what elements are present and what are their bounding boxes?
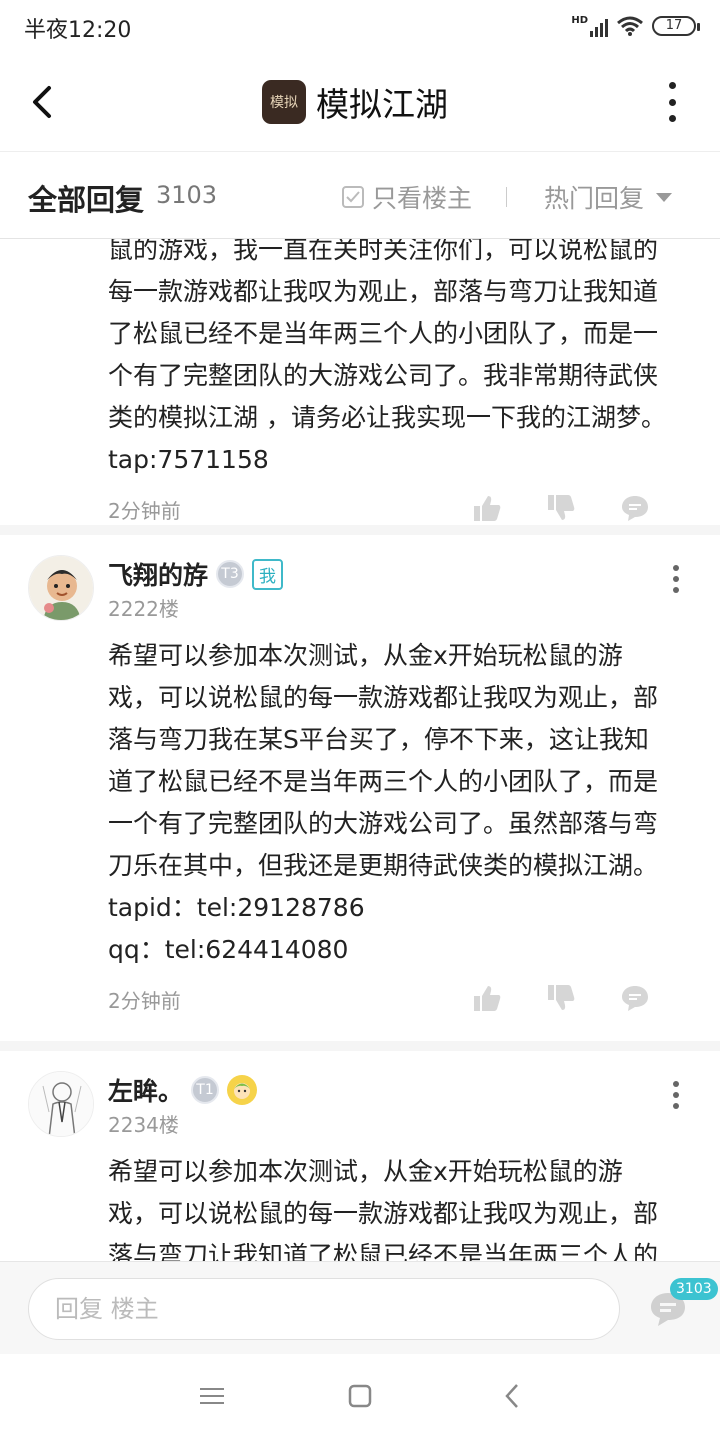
checkbox-icon <box>342 186 364 208</box>
square-icon <box>348 1384 372 1408</box>
reply-line: 了松鼠已经不是当年两三个人的小团队了，而是一 <box>108 319 659 348</box>
reply-item: 飞翔的斿 T3 我 2222楼 希望可以参加本次测试，从金x开始玩松鼠的游 戏，… <box>0 535 720 1051</box>
reply-line: 每一款游戏都让我叹为观止，部落与弯刀让我知道 <box>108 277 659 306</box>
reply-actions <box>472 493 650 523</box>
reply-line: 类的模拟江湖 ，请务必让我实现一下我的江湖梦。 <box>108 403 666 432</box>
reply-line: 刀乐在其中，但我还是更期待武侠类的模拟江湖。 <box>108 851 659 880</box>
system-nav-bar <box>0 1354 720 1440</box>
like-button[interactable] <box>472 493 502 523</box>
reply-content: 希望可以参加本次测试，从金x开始玩松鼠的游 戏，可以说松鼠的每一款游戏都让我叹为… <box>108 1151 680 1261</box>
comment-button[interactable] <box>620 493 650 523</box>
thumbs-down-icon <box>548 495 575 520</box>
user-row: 飞翔的斿 T3 我 <box>108 555 680 593</box>
reply-line: 落与弯刀我在某S平台买了，停不下来，这让我知 <box>108 725 649 754</box>
username[interactable]: 左眸。 <box>108 1072 183 1108</box>
like-button[interactable] <box>472 983 502 1013</box>
reply-more-button[interactable] <box>672 1081 680 1109</box>
reply-line: 一个有了完整团队的大游戏公司了。虽然部落与弯 <box>108 809 659 838</box>
character-badge-icon <box>227 1075 258 1105</box>
reply-line: tapid：tel:29128786 <box>108 893 365 922</box>
reply-more-button[interactable] <box>672 565 680 593</box>
app-logo-text: 模拟 <box>270 95 298 111</box>
thumbs-down-icon <box>548 985 575 1010</box>
floor-number: 2234楼 <box>108 1113 179 1137</box>
more-dot-icon <box>668 82 676 89</box>
reply-line: 道了松鼠已经不是当年两三个人的小团队了，而是 <box>108 767 659 796</box>
menu-icon <box>200 1388 224 1404</box>
only-op-toggle[interactable]: 只看楼主 <box>342 179 472 215</box>
reply-line: 鼠的游戏，我一直在关时关注你们，可以说松鼠的 <box>108 239 659 264</box>
sort-label: 热门回复 <box>544 184 645 213</box>
reply-item: 鼠的游戏，我一直在关时关注你们，可以说松鼠的 每一款游戏都让我叹为观止，部落与弯… <box>0 239 720 535</box>
avatar[interactable] <box>28 555 94 621</box>
reply-bar: 回复 楼主 3103 <box>0 1261 720 1354</box>
reply-line: qq：tel:624414080 <box>108 935 349 964</box>
sort-dropdown[interactable]: 热门回复 <box>544 179 673 215</box>
divider <box>506 187 507 207</box>
only-op-label: 只看楼主 <box>372 184 473 213</box>
more-vertical-icon <box>673 1081 679 1087</box>
reply-time-row: 2分钟前 <box>108 983 680 1041</box>
app-logo: 模拟 <box>262 80 306 124</box>
me-tag: 我 <box>252 558 284 590</box>
reply-line: 戏，可以说松鼠的每一款游戏都让我叹为观止，部 <box>108 1199 659 1228</box>
hd-label: HD <box>571 15 588 26</box>
floor-number: 2222楼 <box>108 597 179 621</box>
comment-icon <box>622 496 648 521</box>
status-icons: HD 17 <box>571 12 700 40</box>
reply-line: 希望可以参加本次测试，从金x开始玩松鼠的游 <box>108 641 623 670</box>
comment-icon <box>622 986 648 1011</box>
back-button[interactable] <box>22 80 62 124</box>
comment-button[interactable] <box>620 983 650 1013</box>
reply-time: 2分钟前 <box>108 499 181 523</box>
reply-actions <box>472 983 650 1013</box>
battery-icon: 17 <box>652 16 700 36</box>
username[interactable]: 飞翔的斿 <box>108 556 208 592</box>
more-vertical-icon <box>673 565 679 571</box>
reply-line: 个有了完整团队的大游戏公司了。我非常期待武侠 <box>108 361 659 390</box>
page-title: 模拟江湖 <box>316 85 448 124</box>
level-badge: T1 <box>191 1076 220 1104</box>
system-back-button[interactable] <box>498 1382 526 1410</box>
reply-feed[interactable]: 鼠的游戏，我一直在关时关注你们，可以说松鼠的 每一款游戏都让我叹为观止，部落与弯… <box>0 239 720 1261</box>
reply-line: tap:7571158 <box>108 445 269 474</box>
level-badge: T3 <box>216 560 245 588</box>
reply-input[interactable]: 回复 楼主 <box>28 1278 620 1340</box>
chevron-left-icon <box>33 86 51 118</box>
header-title-group: 模拟 模拟江湖 <box>262 78 448 126</box>
thumbs-up-icon <box>474 986 501 1011</box>
reply-time: 2分钟前 <box>108 989 181 1013</box>
comment-count-badge: 3103 <box>670 1278 718 1300</box>
reply-count: 3103 <box>156 181 218 209</box>
status-time: 半夜12:20 <box>24 18 132 43</box>
thumbs-up-icon <box>474 496 501 521</box>
reply-line: 落与弯刀让我知道了松鼠已经不是当年两三个人的 <box>108 1241 659 1261</box>
reply-line: 希望可以参加本次测试，从金x开始玩松鼠的游 <box>108 1157 623 1186</box>
more-options-button[interactable] <box>660 82 684 122</box>
avatar[interactable] <box>28 1071 94 1137</box>
reply-content: 希望可以参加本次测试，从金x开始玩松鼠的游 戏，可以说松鼠的每一款游戏都让我叹为… <box>108 635 680 1041</box>
menu-button[interactable] <box>198 1382 226 1410</box>
wifi-icon <box>617 16 643 36</box>
filter-bar: 全部回复 3103 只看楼主 热门回复 <box>0 153 720 239</box>
nav-bar: 模拟 模拟江湖 <box>0 52 720 152</box>
triangle-down-icon <box>656 192 673 202</box>
reply-item: 左眸。 T1 2234楼 希望可以参加本次测试，从金x开始玩松鼠的游 戏，可以说… <box>0 1051 720 1261</box>
reply-line: 戏，可以说松鼠的每一款游戏都让我叹为观止，部 <box>108 683 659 712</box>
status-bar: 半夜12:20 HD 17 <box>0 0 720 52</box>
user-row: 左眸。 T1 <box>108 1071 680 1109</box>
signal-icon: HD <box>571 15 608 37</box>
dislike-button[interactable] <box>546 983 576 1013</box>
home-button[interactable] <box>346 1382 374 1410</box>
chevron-left-icon <box>505 1384 518 1408</box>
dislike-button[interactable] <box>546 493 576 523</box>
all-replies-label: 全部回复 <box>28 183 145 217</box>
reply-content: 鼠的游戏，我一直在关时关注你们，可以说松鼠的 每一款游戏都让我叹为观止，部落与弯… <box>108 239 680 551</box>
